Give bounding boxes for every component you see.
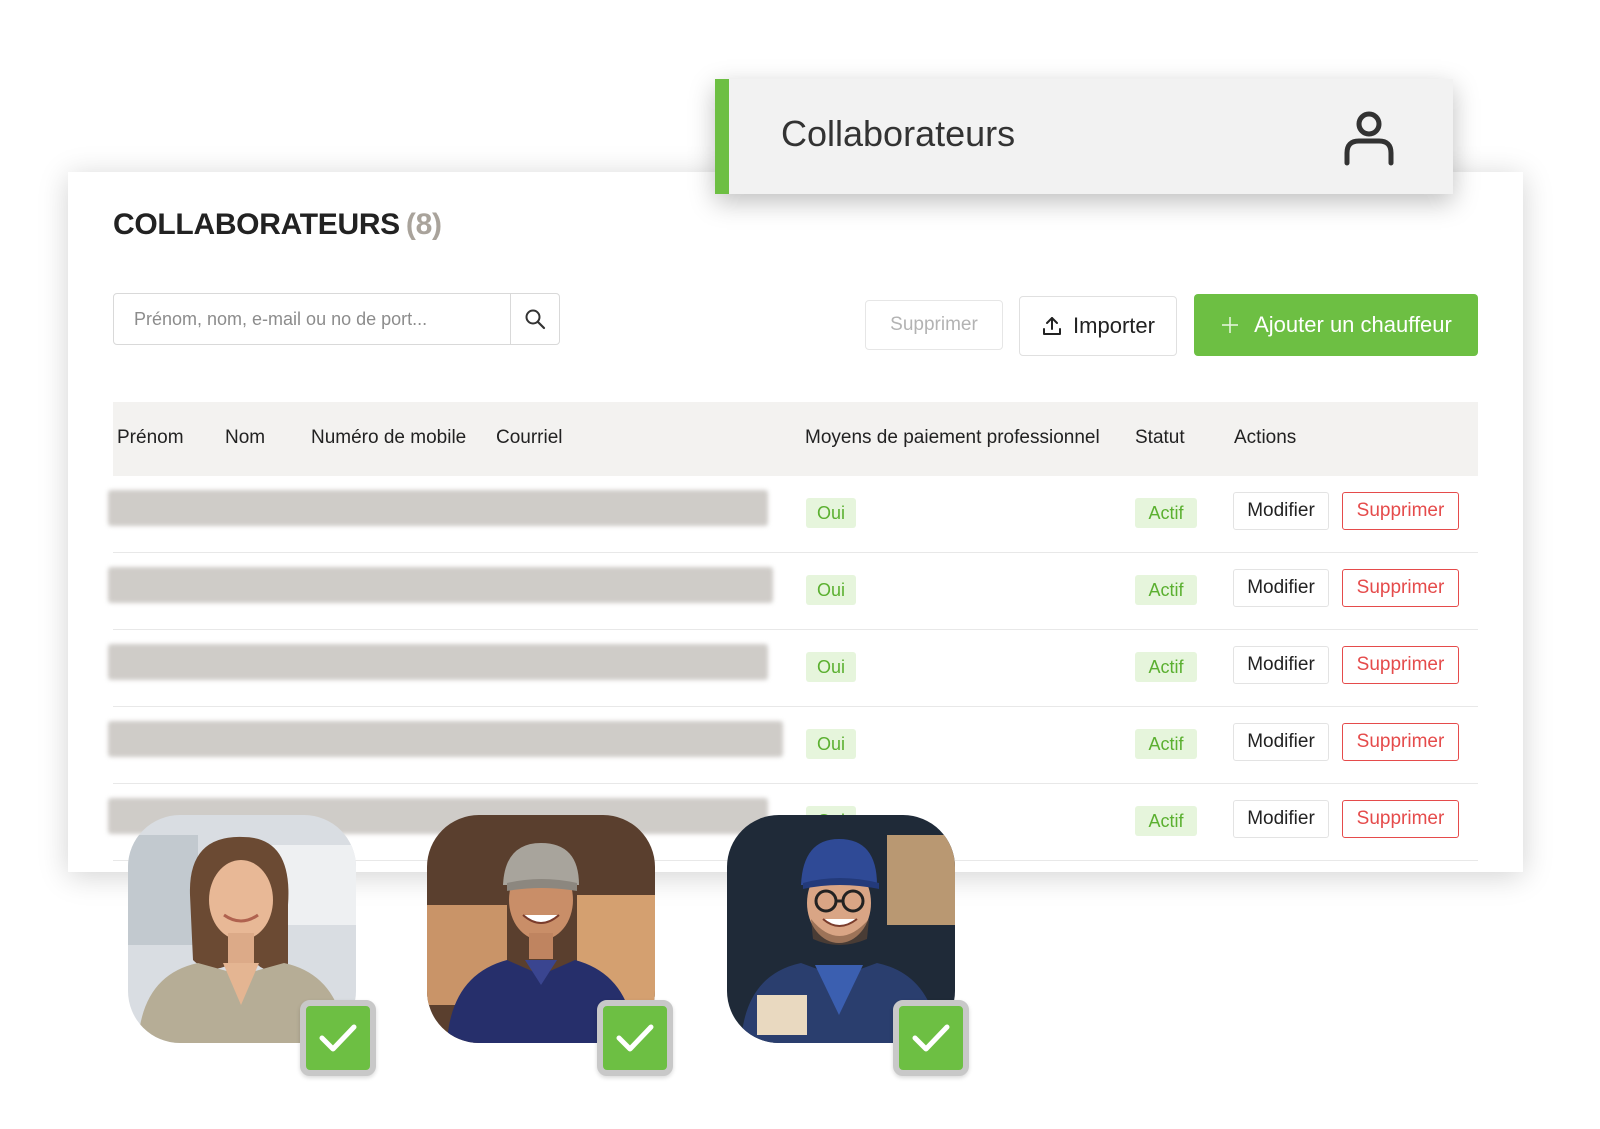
column-header-status[interactable]: Statut bbox=[1135, 427, 1185, 449]
column-header-last-name[interactable]: Nom bbox=[225, 427, 265, 449]
import-button[interactable]: Importer bbox=[1019, 296, 1177, 356]
import-label: Importer bbox=[1073, 313, 1155, 338]
search-box bbox=[113, 293, 560, 345]
redacted-contact-info bbox=[108, 567, 773, 603]
collaborator-count: (8) bbox=[405, 208, 442, 241]
edit-button[interactable]: Modifier bbox=[1233, 723, 1329, 761]
section-header-tab: Collaborateurs bbox=[715, 79, 1453, 194]
status-badge: Actif bbox=[1135, 575, 1197, 605]
table-row: Oui Actif Modifier Supprimer bbox=[108, 707, 1478, 784]
delete-button[interactable]: Supprimer bbox=[1342, 723, 1459, 761]
table-row: Oui Actif Modifier Supprimer bbox=[108, 630, 1478, 707]
column-header-email[interactable]: Courriel bbox=[496, 427, 563, 449]
verified-check-icon bbox=[300, 1000, 376, 1076]
status-badge: Actif bbox=[1135, 652, 1197, 682]
delete-button[interactable]: Supprimer bbox=[1342, 492, 1459, 530]
status-badge: Actif bbox=[1135, 806, 1197, 836]
plus-icon bbox=[1222, 317, 1239, 333]
search-icon bbox=[525, 309, 546, 330]
table-row: Oui Actif Modifier Supprimer bbox=[108, 553, 1478, 630]
edit-button[interactable]: Modifier bbox=[1233, 492, 1329, 530]
page-title-text: COLLABORATEURS bbox=[113, 208, 400, 241]
delete-button[interactable]: Supprimer bbox=[1342, 569, 1459, 607]
add-driver-button[interactable]: Ajouter un chauffeur bbox=[1194, 294, 1478, 356]
add-driver-label: Ajouter un chauffeur bbox=[1254, 312, 1452, 337]
stage: COLLABORATEURS(8) Supprimer Importer bbox=[0, 0, 1600, 1129]
column-header-mobile[interactable]: Numéro de mobile bbox=[311, 427, 466, 449]
redacted-contact-info bbox=[108, 721, 783, 757]
edit-button[interactable]: Modifier bbox=[1233, 800, 1329, 838]
bulk-delete-button[interactable]: Supprimer bbox=[865, 300, 1003, 350]
search-input[interactable] bbox=[114, 294, 510, 344]
collaborators-panel: COLLABORATEURS(8) Supprimer Importer bbox=[68, 172, 1523, 872]
bulk-delete-label: Supprimer bbox=[890, 314, 978, 335]
edit-button[interactable]: Modifier bbox=[1233, 569, 1329, 607]
table-row: Oui Actif Modifier Supprimer bbox=[108, 476, 1478, 553]
page-title: COLLABORATEURS (8) bbox=[113, 208, 442, 242]
collaborators-table: Prénom Nom Numéro de mobile Courriel Moy… bbox=[108, 402, 1478, 861]
redacted-contact-info bbox=[108, 490, 768, 526]
edit-button[interactable]: Modifier bbox=[1233, 646, 1329, 684]
status-badge: Actif bbox=[1135, 498, 1197, 528]
table-header: Prénom Nom Numéro de mobile Courriel Moy… bbox=[113, 402, 1478, 476]
verified-check-icon bbox=[597, 1000, 673, 1076]
delete-button[interactable]: Supprimer bbox=[1342, 800, 1459, 838]
section-header-title: Collaborateurs bbox=[781, 113, 1016, 154]
user-icon bbox=[1344, 111, 1394, 166]
search-button[interactable] bbox=[510, 294, 559, 344]
verified-check-icon bbox=[893, 1000, 969, 1076]
delete-button[interactable]: Supprimer bbox=[1342, 646, 1459, 684]
payment-badge: Oui bbox=[806, 652, 856, 682]
column-header-actions: Actions bbox=[1234, 427, 1297, 448]
column-header-payment[interactable]: Moyens de paiement professionnel bbox=[805, 427, 1100, 449]
column-header-first-name[interactable]: Prénom bbox=[117, 427, 184, 449]
redacted-contact-info bbox=[108, 644, 768, 680]
status-badge: Actif bbox=[1135, 729, 1197, 759]
upload-icon bbox=[1043, 317, 1062, 335]
payment-badge: Oui bbox=[806, 729, 856, 759]
payment-badge: Oui bbox=[806, 498, 856, 528]
payment-badge: Oui bbox=[806, 575, 856, 605]
